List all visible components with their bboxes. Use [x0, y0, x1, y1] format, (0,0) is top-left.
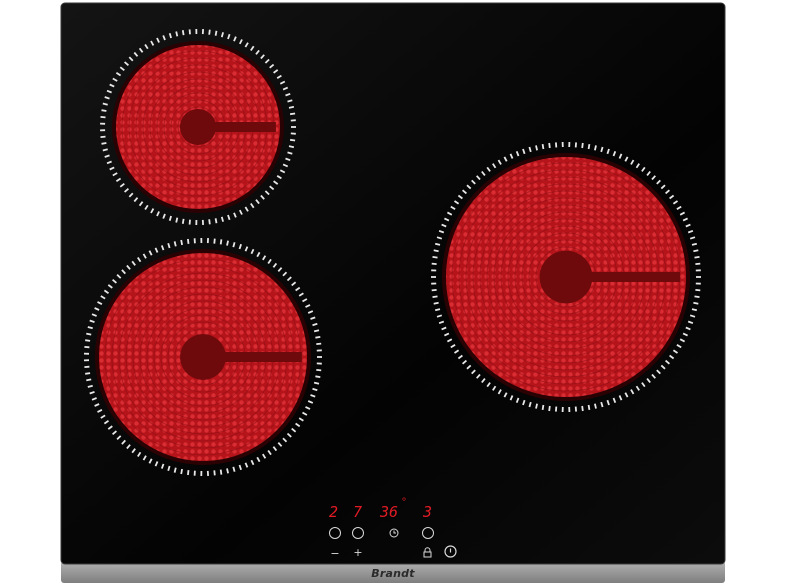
- zone-ring-tick: [581, 405, 584, 412]
- zone-level-display-right: 7: [353, 503, 363, 521]
- zone-ring-tick: [693, 301, 699, 305]
- plus-button[interactable]: [352, 527, 364, 539]
- zone-ring-tick: [219, 469, 223, 475]
- zone-ring-tick: [287, 99, 293, 103]
- zone-ring-tick: [85, 372, 91, 375]
- zone-ring-tick: [316, 342, 322, 345]
- zone-ring-tick: [315, 375, 321, 378]
- zone-level-display-left: 2: [329, 503, 339, 521]
- zone-ring-tick: [85, 339, 91, 342]
- zone-ring-tick: [180, 468, 183, 475]
- zone-ring-tick: [694, 256, 700, 259]
- zone-ring-tick: [232, 466, 236, 472]
- zone-ring-tick: [695, 289, 701, 292]
- zone-ring-tick: [433, 249, 439, 253]
- zone-ring-tick: [86, 378, 92, 382]
- zone-ring-tick: [548, 142, 551, 149]
- zone-ring-tick: [181, 30, 185, 36]
- zone-ring-tick: [431, 289, 437, 292]
- zone-ring-tick: [535, 145, 538, 151]
- zone-ring-tick: [315, 336, 321, 339]
- zone-ring-tick: [213, 238, 216, 244]
- zone-ring-tick: [187, 238, 190, 245]
- zone-ring-tick: [432, 295, 438, 298]
- minus-label: −: [330, 547, 340, 560]
- zone-ring-tick: [175, 31, 179, 37]
- zone-ring-tick: [214, 218, 218, 224]
- zone-ring-tick: [101, 109, 107, 112]
- burner-arm: [203, 352, 302, 362]
- zone-ring-tick: [691, 308, 698, 312]
- zone-ring-tick: [432, 256, 438, 259]
- zone-ring-tick: [87, 384, 93, 388]
- zone-ring-tick: [594, 145, 597, 151]
- zone-ring-tick: [187, 469, 190, 476]
- zone-ring-tick: [102, 148, 108, 152]
- zone-ring-tick: [100, 116, 106, 119]
- zone-ring-tick: [100, 135, 106, 138]
- zone-ring-tick: [313, 381, 320, 385]
- zone-ring-tick: [541, 143, 545, 150]
- zone-ring-tick: [173, 467, 177, 473]
- zone-ring-tick: [288, 145, 295, 149]
- zone-ring-tick: [433, 301, 439, 305]
- zone-ring-tick: [219, 239, 223, 245]
- burner-arm: [566, 272, 680, 282]
- zone-ring-tick: [313, 329, 320, 333]
- zone-ring-tick: [181, 218, 185, 224]
- zone-ring-tick: [541, 404, 545, 411]
- minus-button[interactable]: [329, 527, 341, 539]
- zone-ring-tick: [693, 249, 699, 253]
- zone-ring-tick: [289, 112, 296, 116]
- zone-level-display-far-right: 3: [423, 503, 433, 521]
- zone-ring-tick: [594, 403, 597, 409]
- lock-icon[interactable]: [423, 547, 432, 558]
- zone-ring-tick: [587, 404, 591, 411]
- zone-ring-tick: [87, 326, 93, 330]
- zone-ring-tick: [434, 308, 441, 312]
- zone-ring-tick: [214, 30, 218, 36]
- zone-ring-tick: [86, 332, 92, 336]
- zone-ring-tick: [226, 240, 229, 246]
- clock-icon[interactable]: [389, 528, 399, 538]
- timer-indicator-dot: °: [401, 497, 408, 508]
- zone-ring-tick: [102, 102, 108, 106]
- zone-ring-tick: [208, 29, 211, 35]
- zone-ring-tick: [232, 242, 236, 248]
- zone-ring-tick: [316, 369, 322, 372]
- zone-ring-tick: [287, 151, 293, 155]
- brand-logo: Brandt: [371, 567, 415, 580]
- zone-ring-tick: [587, 143, 591, 150]
- burner-arm: [198, 122, 276, 132]
- timer-display: 36: [380, 503, 399, 521]
- zone-ring-tick: [694, 295, 700, 298]
- power-icon[interactable]: [444, 545, 457, 558]
- zone-ring-tick: [220, 216, 224, 222]
- zone-ring-tick: [173, 241, 177, 247]
- zone-ring-tick: [289, 138, 296, 142]
- zone-ring-tick: [581, 142, 584, 149]
- zone-ring-tick: [220, 32, 224, 38]
- zone-ring-tick: [431, 262, 437, 265]
- plus-label: +: [353, 546, 363, 559]
- zone-select-button[interactable]: [422, 527, 434, 539]
- zone-ring-tick: [180, 239, 183, 246]
- zone-ring-tick: [548, 405, 551, 412]
- zone-ring-tick: [535, 403, 538, 409]
- zone-ring-tick: [175, 217, 179, 223]
- zone-ring-tick: [213, 470, 216, 476]
- cooktop-illustration: [60, 2, 726, 583]
- zone-ring-tick: [695, 262, 701, 265]
- zone-ring-tick: [208, 219, 211, 225]
- zone-ring-tick: [101, 142, 107, 145]
- zone-ring-tick: [288, 105, 295, 109]
- zone-ring-tick: [691, 242, 698, 246]
- zone-ring-tick: [434, 242, 441, 246]
- zone-ring-tick: [226, 468, 229, 474]
